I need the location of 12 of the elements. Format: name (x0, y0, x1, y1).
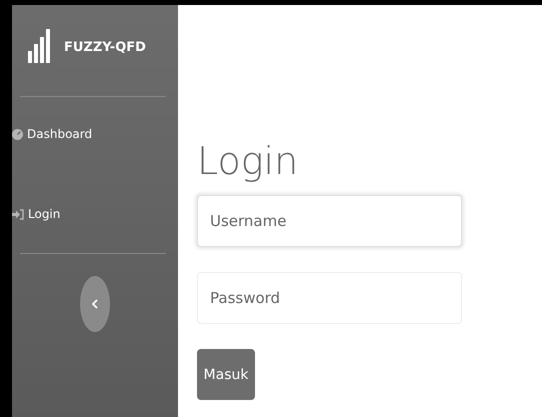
input-field[interactable]: Password (197, 272, 462, 324)
page-title: Login (197, 138, 298, 185)
chevron-left-icon (92, 299, 98, 309)
signal-bars-icon (28, 29, 52, 63)
submit-button[interactable]: Masuk (197, 349, 255, 400)
input-field[interactable]: Username (197, 195, 462, 247)
brand-name: FUZZY-QFD (64, 40, 146, 57)
sign-in-icon (12, 208, 24, 220)
gauge-icon (12, 128, 23, 140)
collapse-button[interactable] (80, 276, 110, 332)
sidebar-item[interactable]: Dashboard (12, 125, 178, 143)
sidebar-item[interactable]: Login (12, 205, 178, 223)
